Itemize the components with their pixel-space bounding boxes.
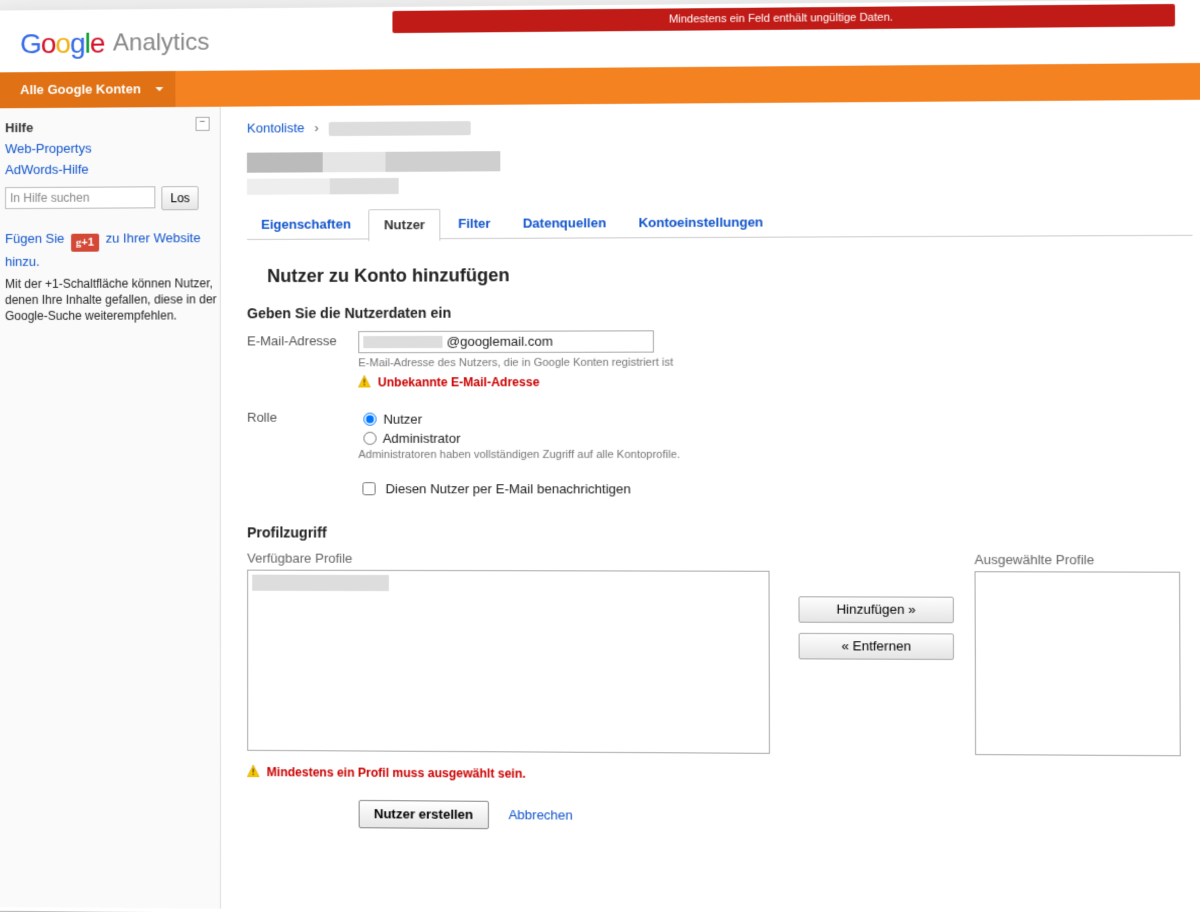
- cancel-link[interactable]: Abbrechen: [508, 807, 572, 823]
- main-content: Kontoliste › Eigenschaften Nutzer Filter…: [221, 100, 1200, 912]
- breadcrumb-redacted: [328, 121, 470, 136]
- email-error: Unbekannte E-Mail-Adresse: [358, 374, 1193, 390]
- help-search-button[interactable]: Los: [161, 186, 199, 210]
- email-value-suffix: @googlemail.com: [447, 334, 553, 349]
- role-user-label: Nutzer: [383, 411, 422, 426]
- account-dropdown[interactable]: Alle Google Konten: [0, 71, 175, 108]
- sidebar-heading: Hilfe: [5, 119, 220, 135]
- tab-datenquellen[interactable]: Datenquellen: [509, 208, 621, 239]
- google-logo: Google: [20, 28, 104, 61]
- remove-profile-button[interactable]: « Entfernen: [799, 632, 954, 659]
- page-title: Nutzer zu Konto hinzufügen: [267, 262, 1193, 287]
- role-user-radio[interactable]: [363, 412, 376, 425]
- sidebar-link-adwords-hilfe[interactable]: AdWords-Hilfe: [5, 161, 220, 177]
- tab-nutzer[interactable]: Nutzer: [369, 208, 441, 241]
- gplus-promo: Fügen Sie g+1 zu Ihrer Website hinzu.: [5, 228, 220, 272]
- tab-kontoeinstellungen[interactable]: Kontoeinstellungen: [624, 207, 777, 238]
- role-admin-label: Administrator: [383, 430, 461, 445]
- section-profile-access: Profilzugriff: [247, 524, 1194, 542]
- warning-icon: [358, 375, 370, 387]
- product-name: Analytics: [113, 29, 209, 57]
- section-user-data: Geben Sie die Nutzerdaten ein: [247, 302, 1193, 321]
- role-hint: Administratoren haben vollständigen Zugr…: [358, 448, 1193, 460]
- email-hint: E-Mail-Adresse des Nutzers, die in Googl…: [358, 355, 1193, 369]
- notify-label: Diesen Nutzer per E-Mail benachrichtigen: [385, 481, 630, 496]
- gplus-text-line2: hinzu.: [5, 254, 40, 269]
- help-search-input[interactable]: [5, 186, 155, 209]
- list-item[interactable]: [252, 574, 389, 590]
- gplus-description: Mit der +1-Schaltfläche können Nutzer, d…: [5, 275, 220, 324]
- account-title-redacted: [247, 146, 1192, 194]
- warning-icon: [247, 764, 259, 776]
- add-profile-button[interactable]: Hinzufügen »: [798, 596, 953, 623]
- chevron-right-icon: ›: [314, 120, 318, 135]
- role-admin-radio[interactable]: [363, 431, 376, 444]
- breadcrumb: Kontoliste ›: [247, 114, 1192, 136]
- help-sidebar: − Hilfe Web-Propertys AdWords-Hilfe Los …: [0, 107, 221, 909]
- selected-profiles-listbox[interactable]: [975, 571, 1181, 756]
- profile-error: Mindestens ein Profil muss ausgewählt se…: [247, 764, 1194, 784]
- gplus-badge-icon[interactable]: g+1: [71, 234, 99, 252]
- email-label: E-Mail-Adresse: [247, 331, 358, 348]
- available-profiles-caption: Verfügbare Profile: [247, 550, 769, 566]
- gplus-text-prefix: Fügen Sie: [5, 231, 64, 246]
- email-redacted-part: [363, 335, 442, 347]
- tab-eigenschaften[interactable]: Eigenschaften: [247, 209, 365, 240]
- notify-checkbox[interactable]: [362, 482, 375, 495]
- role-label: Rolle: [247, 407, 358, 424]
- breadcrumb-root[interactable]: Kontoliste: [247, 120, 305, 135]
- available-profiles-listbox[interactable]: [247, 569, 770, 753]
- email-field[interactable]: @googlemail.com: [358, 330, 654, 353]
- tab-bar: Eigenschaften Nutzer Filter Datenquellen…: [247, 204, 1193, 240]
- selected-profiles-caption: Ausgewählte Profile: [974, 551, 1180, 567]
- tab-filter[interactable]: Filter: [444, 208, 505, 239]
- gplus-text-suffix: zu Ihrer Website: [106, 230, 201, 245]
- sidebar-link-web-propertys[interactable]: Web-Propertys: [5, 140, 220, 156]
- create-user-button[interactable]: Nutzer erstellen: [359, 800, 489, 829]
